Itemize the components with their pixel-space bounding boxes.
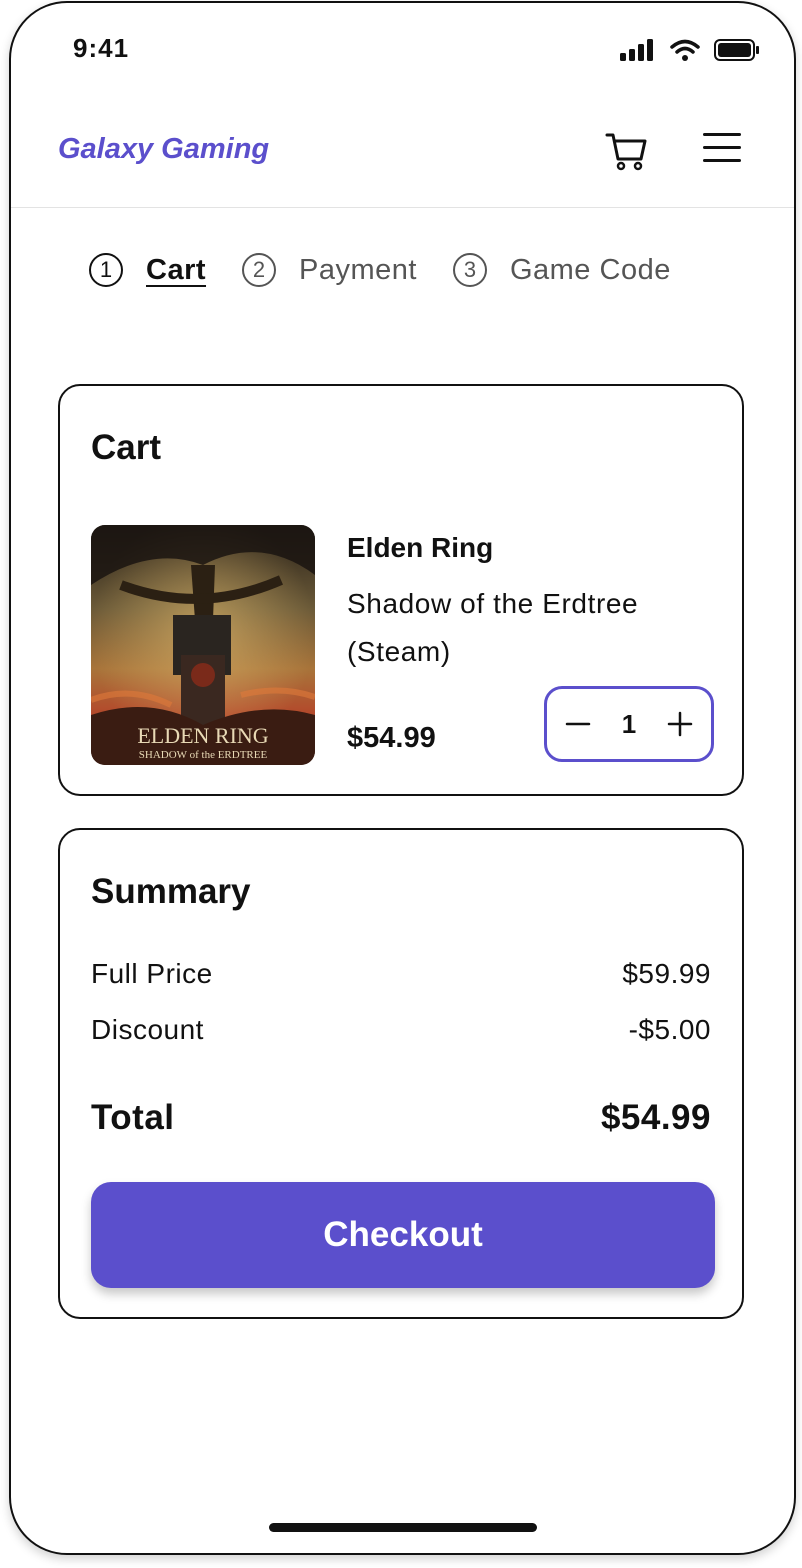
step-game-code[interactable]: 3 Game Code: [452, 253, 671, 287]
home-indicator: [269, 1523, 537, 1532]
battery-icon: [714, 39, 759, 61]
wifi-icon: [670, 39, 700, 61]
step-label: Cart: [146, 253, 207, 286]
total-value: $54.99: [600, 1098, 711, 1137]
signal-icon: [620, 39, 653, 61]
summary-title: Summary: [91, 872, 251, 911]
step-number: 3: [452, 253, 487, 287]
phone-frame: 9:41 Galaxy Gaming 1 Cart 2 Payment 3 Ga…: [9, 1, 796, 1555]
summary-card: Summary Full Price $59.99 Discount -$5.0…: [58, 828, 744, 1319]
product-subtitle: Shadow of the Erdtree (Steam): [347, 588, 639, 667]
total-label: Total: [91, 1098, 175, 1137]
product-price: $54.99: [347, 722, 436, 754]
full-price-value: $59.99: [622, 958, 711, 989]
cart-title: Cart: [91, 428, 162, 467]
step-number: 1: [89, 253, 123, 287]
cart-icon: [605, 133, 647, 171]
cart-button[interactable]: [605, 129, 649, 173]
menu-icon: [703, 133, 741, 136]
cover-logo-line1: ELDEN RING: [137, 723, 268, 748]
decrease-button[interactable]: [563, 709, 593, 739]
discount-value: -$5.00: [628, 1014, 711, 1045]
full-price-label: Full Price: [91, 958, 213, 989]
checkout-button[interactable]: Checkout: [91, 1182, 715, 1288]
plus-icon: [667, 711, 693, 737]
quantity-stepper: 1: [544, 686, 714, 762]
total-row: Total $54.99: [91, 1098, 711, 1138]
step-payment[interactable]: 2 Payment: [242, 253, 417, 287]
product-image: ELDEN RING SHADOW of the ERDTREE: [91, 525, 315, 765]
status-time: 9:41: [73, 33, 130, 63]
cover-logo-line2: SHADOW of the ERDTREE: [139, 749, 268, 761]
step-number: 2: [242, 253, 277, 287]
step-cart[interactable]: 1 Cart: [89, 253, 206, 287]
discount-row: Discount -$5.00: [91, 1014, 711, 1046]
step-label: Game Code: [509, 253, 671, 286]
checkout-steps: 1 Cart 2 Payment 3 Game Code: [89, 253, 707, 287]
increase-button[interactable]: [665, 709, 695, 739]
step-label: Payment: [299, 253, 417, 286]
app-header: Galaxy Gaming: [11, 113, 794, 208]
menu-button[interactable]: [703, 133, 741, 167]
quantity-value: 1: [621, 708, 637, 739]
product-name: Elden Ring: [347, 532, 494, 563]
status-icons: [620, 39, 760, 61]
minus-icon: [565, 722, 591, 726]
full-price-row: Full Price $59.99: [91, 958, 711, 990]
brand-logo[interactable]: Galaxy Gaming: [58, 133, 269, 166]
cart-card: Cart ELDEN RING SHADOW of the ERDTREE El…: [58, 384, 744, 796]
discount-label: Discount: [91, 1014, 204, 1045]
